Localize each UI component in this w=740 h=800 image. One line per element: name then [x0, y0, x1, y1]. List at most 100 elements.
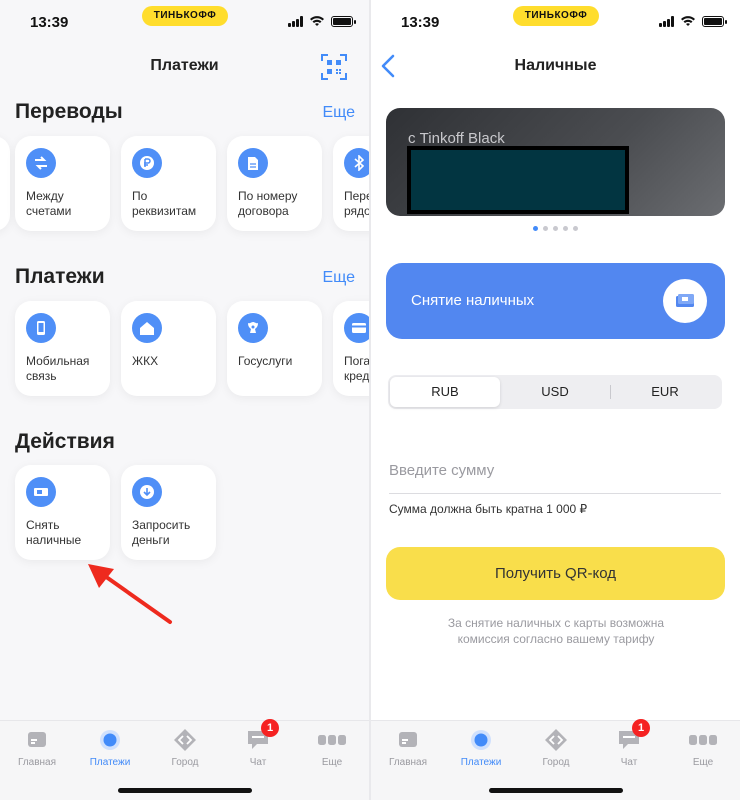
loan-payment-tile[interactable]: Пога кред	[333, 301, 369, 396]
withdraw-cash-tile[interactable]: Снять наличные	[15, 465, 110, 560]
tab-city[interactable]: Город	[526, 728, 586, 768]
status-time: 13:39	[401, 14, 440, 31]
home-card-icon	[393, 728, 423, 752]
wifi-icon	[681, 16, 695, 26]
status-time: 13:39	[30, 14, 69, 31]
tab-payments[interactable]: Платежи	[80, 728, 140, 768]
amount-hint: Сумма должна быть кратна 1 000 ₽	[389, 502, 588, 516]
cash-icon	[663, 279, 707, 323]
amount-input[interactable]	[389, 448, 721, 494]
home-indicator	[488, 788, 623, 793]
tab-more[interactable]: Еще	[673, 728, 733, 768]
transfer-by-details-tile[interactable]: По реквизитам	[121, 136, 216, 231]
ruble-icon	[132, 148, 162, 178]
brand-pill: ТИНЬКОФФ	[513, 6, 599, 26]
tab-payments[interactable]: Платежи	[451, 728, 511, 768]
commission-note: За снятие наличных с карты возможна коми…	[447, 616, 665, 646]
currency-usd[interactable]: USD	[500, 377, 610, 407]
currency-rub[interactable]: RUB	[390, 377, 500, 407]
tile-label: По реквизитам	[132, 189, 197, 218]
card-pager[interactable]	[371, 226, 740, 231]
tab-home[interactable]: Главная	[378, 728, 438, 768]
more-icon	[317, 728, 347, 752]
status-icons	[659, 15, 727, 27]
transfer-icon	[26, 148, 56, 178]
tile-label: Снять наличные	[26, 518, 82, 547]
pager-dot	[543, 226, 548, 231]
tab-bar: Главная Платежи Город 1 Чат Еще	[371, 719, 740, 800]
mobile-payment-tile[interactable]: Мобильная связь	[15, 301, 110, 396]
tab-chat[interactable]: 1 Чат	[599, 719, 659, 768]
tile-label: Госуслуги	[238, 354, 293, 368]
tab-home[interactable]: Главная	[7, 728, 67, 768]
tile-label: Пога кред	[344, 354, 369, 383]
chat-badge: 1	[632, 719, 650, 737]
actions-heading: Действия	[15, 430, 115, 453]
tile-label: Запросить деньги	[132, 518, 191, 547]
bank-card[interactable]: с Tinkoff Black	[386, 108, 725, 216]
tile-label: По номеру договора	[238, 189, 298, 218]
pager-dot	[563, 226, 568, 231]
chat-icon: 1	[614, 719, 650, 752]
page-title: Наличные	[514, 57, 597, 74]
payments-heading: Платежи	[15, 265, 105, 288]
brand-pill: ТИНЬКОФФ	[142, 6, 228, 26]
gosuslugi-tile[interactable]: Госуслуги	[227, 301, 322, 396]
status-bar: 13:39 ТИНЬКОФФ	[0, 0, 369, 44]
red-arrow-annotation	[88, 564, 172, 624]
cash-icon	[26, 477, 56, 507]
payments-icon	[95, 728, 125, 752]
phone-icon	[26, 313, 56, 343]
signal-icon	[659, 15, 674, 27]
tile-label: Между счетами	[26, 189, 72, 218]
home-indicator	[117, 788, 252, 793]
transfer-nearby-tile[interactable]: Пере рядо	[333, 136, 369, 231]
wifi-icon	[310, 16, 324, 26]
transfer-between-accounts-tile[interactable]: Между счетами	[15, 136, 110, 231]
battery-icon	[331, 15, 356, 27]
city-icon	[541, 728, 571, 752]
cash-withdrawal-label: Снятие наличных	[411, 292, 535, 309]
pager-dot	[553, 226, 558, 231]
download-icon	[132, 477, 162, 507]
home-card-icon	[22, 728, 52, 752]
page-title: Платежи	[150, 57, 219, 74]
qr-scan-icon[interactable]	[321, 54, 347, 80]
get-qr-code-button[interactable]: Получить QR-код	[386, 547, 725, 600]
pager-dot	[533, 226, 538, 231]
cash-withdrawal-option[interactable]: Снятие наличных	[386, 263, 725, 339]
house-icon	[132, 313, 162, 343]
payments-more-link[interactable]: Еще	[322, 269, 355, 287]
request-money-tile[interactable]: Запросить деньги	[121, 465, 216, 560]
payments-icon	[466, 728, 496, 752]
emblem-icon	[238, 313, 268, 343]
transfer-tile-hidden[interactable]	[0, 136, 10, 231]
card-icon	[344, 313, 369, 343]
currency-segmented-control: RUB USD EUR	[388, 375, 722, 409]
card-label: с Tinkoff Black	[408, 130, 505, 147]
cash-screen: 13:39 ТИНЬКОФФ Наличные с Tinkoff Black …	[371, 0, 740, 800]
pager-dot	[573, 226, 578, 231]
chat-badge: 1	[261, 719, 279, 737]
transfer-by-contract-tile[interactable]: По номеру договора	[227, 136, 322, 231]
transfers-heading: Переводы	[15, 100, 123, 123]
tab-chat[interactable]: 1 Чат	[228, 719, 288, 768]
nav-bar: Платежи	[0, 48, 369, 84]
tab-bar: Главная Платежи Город 1 Чат Еще	[0, 719, 369, 800]
tab-city[interactable]: Город	[155, 728, 215, 768]
signal-icon	[288, 15, 303, 27]
transfers-more-link[interactable]: Еще	[322, 104, 355, 122]
more-icon	[688, 728, 718, 752]
currency-eur[interactable]: EUR	[610, 377, 720, 407]
chat-icon: 1	[243, 719, 279, 752]
utilities-tile[interactable]: ЖКХ	[121, 301, 216, 396]
redacted-card-number	[407, 146, 629, 214]
tile-label: ЖКХ	[132, 354, 159, 368]
document-icon	[238, 148, 268, 178]
tab-more[interactable]: Еще	[302, 728, 362, 768]
tile-label: Мобильная связь	[26, 354, 90, 383]
nav-bar: Наличные	[371, 48, 740, 84]
payments-screen: 13:39 ТИНЬКОФФ Платежи Переводы Еще Межд…	[0, 0, 369, 800]
status-bar: 13:39 ТИНЬКОФФ	[371, 0, 740, 44]
battery-icon	[702, 15, 727, 27]
